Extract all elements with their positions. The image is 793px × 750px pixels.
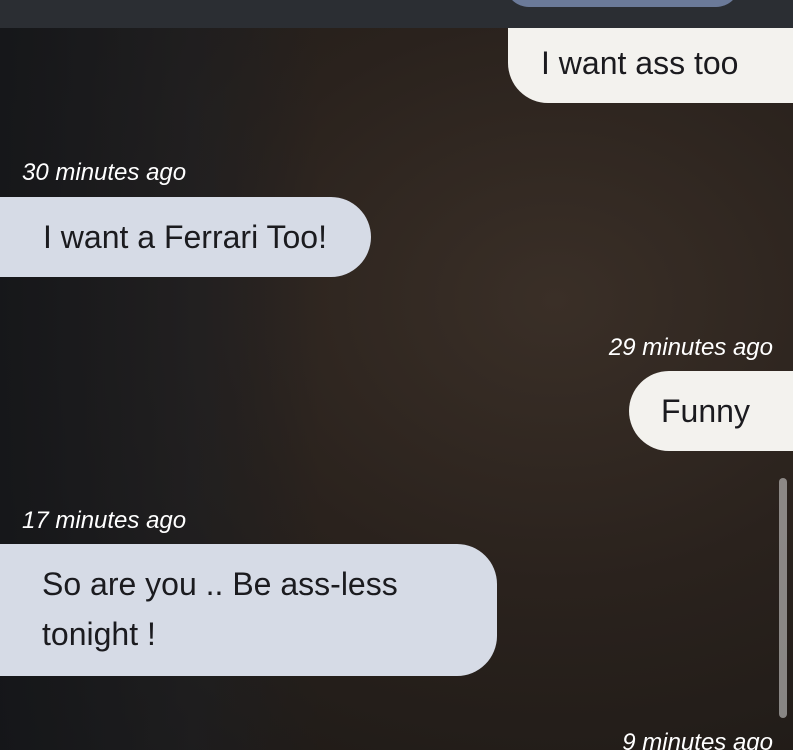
message-bubble-incoming: I want a Ferrari Too!: [0, 197, 371, 277]
top-bar: [0, 0, 793, 28]
message-text: So are you .. Be ass-less tonight !: [42, 566, 398, 652]
message-text: Funny: [661, 393, 750, 429]
partial-message-bubble: [505, 0, 740, 7]
message-timestamp: 29 minutes ago: [608, 334, 773, 361]
message-bubble-outgoing: I want ass too: [508, 28, 793, 103]
message-text: I want ass too: [541, 45, 739, 81]
scrollbar-thumb[interactable]: [779, 478, 787, 718]
message-bubble-incoming: So are you .. Be ass-less tonight !: [0, 544, 497, 676]
message-timestamp: 9 minutes ago: [622, 729, 773, 750]
message-timestamp: 17 minutes ago: [22, 507, 187, 534]
message-text: I want a Ferrari Too!: [43, 219, 327, 255]
message-timestamp: 30 minutes ago: [22, 159, 187, 186]
message-bubble-outgoing: Funny: [629, 371, 793, 451]
